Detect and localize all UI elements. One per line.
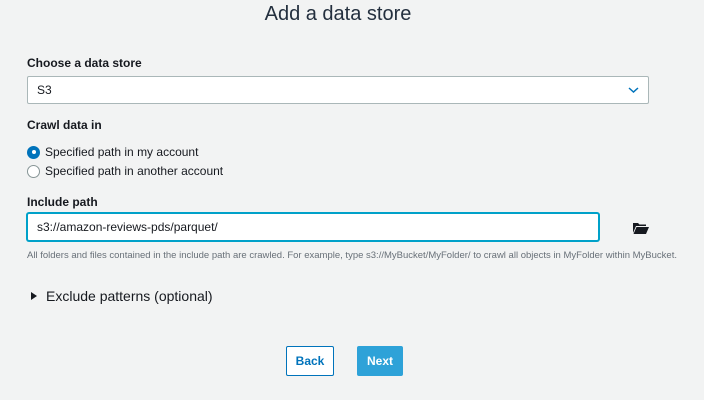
radio-button-unchecked[interactable]	[27, 164, 40, 178]
include-path-help-text: All folders and files contained in the i…	[27, 250, 677, 261]
folder-open-icon[interactable]	[632, 221, 650, 235]
radio-another-account[interactable]: Specified path in another account	[27, 164, 223, 178]
data-store-label: Choose a data store	[27, 56, 142, 70]
back-button[interactable]: Back	[286, 346, 334, 376]
radio-another-account-label: Specified path in another account	[45, 164, 224, 178]
include-path-input[interactable]	[27, 213, 599, 241]
data-store-selected-value: S3	[37, 83, 52, 97]
next-button[interactable]: Next	[357, 346, 403, 376]
radio-my-account-label: Specified path in my account	[45, 145, 199, 159]
caret-right-icon	[31, 292, 37, 300]
page-title: Add a data store	[264, 3, 412, 25]
chevron-down-icon	[628, 87, 639, 94]
data-store-select[interactable]: S3	[27, 76, 649, 104]
radio-my-account[interactable]: Specified path in my account	[27, 145, 198, 159]
exclude-patterns-expander[interactable]: Exclude patterns (optional)	[31, 288, 213, 304]
crawl-data-label: Crawl data in	[27, 118, 102, 132]
add-data-store-page: Add a data store Choose a data store S3 …	[0, 0, 704, 400]
radio-button-checked[interactable]	[27, 145, 40, 159]
include-path-label: Include path	[27, 195, 98, 209]
exclude-patterns-label: Exclude patterns (optional)	[46, 288, 213, 304]
